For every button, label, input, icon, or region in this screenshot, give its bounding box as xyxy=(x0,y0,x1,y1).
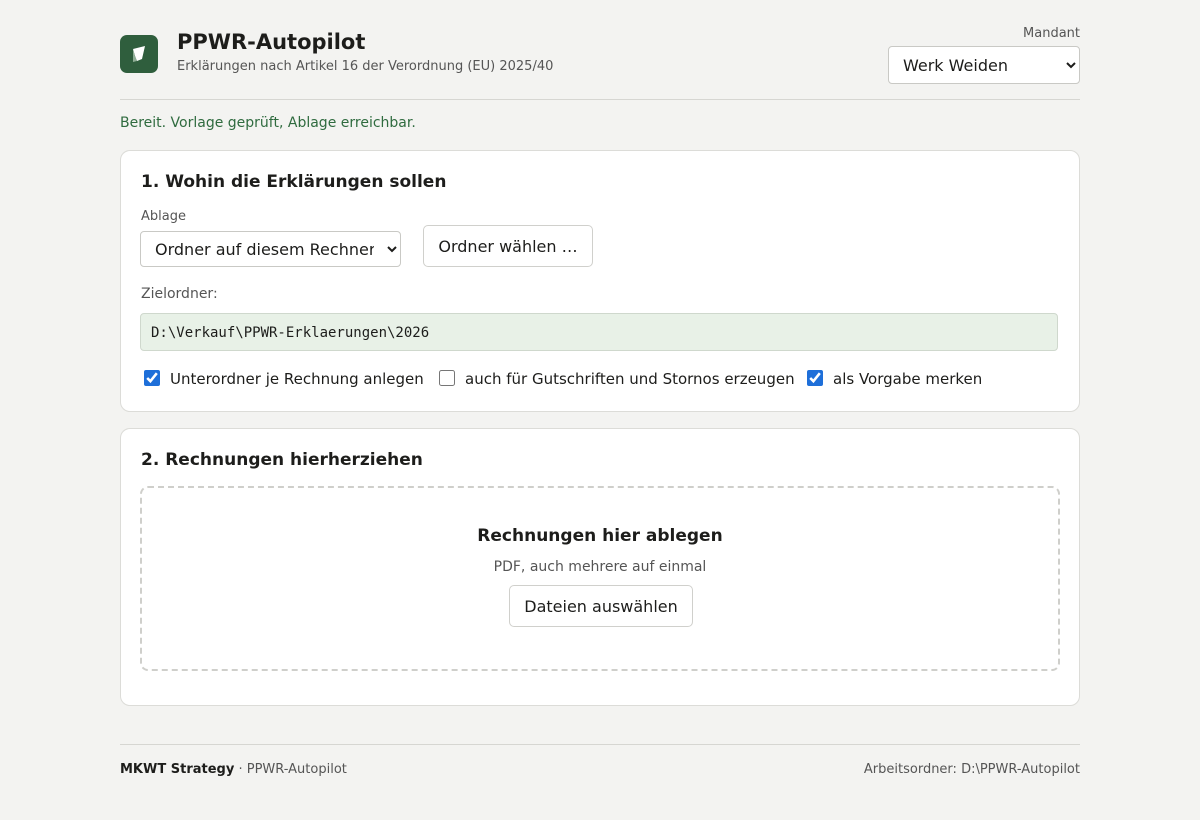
ablage-label: Ablage xyxy=(141,209,186,224)
app-subtitle: Erklärungen nach Artikel 16 der Verordnu… xyxy=(177,59,554,74)
arrow-leaf-icon xyxy=(120,35,158,73)
remember-default-checkbox[interactable] xyxy=(807,370,823,386)
mandant-label: Mandant xyxy=(1023,26,1080,41)
zielordner-path: D:\Verkauf\PPWR-Erklaerungen\2026 xyxy=(140,313,1058,351)
section-invoices: 2. Rechnungen hierherziehen Rechnungen h… xyxy=(120,428,1080,706)
footer-brand-line: MKWT Strategy · PPWR-Autopilot xyxy=(120,762,347,778)
ablage-select[interactable]: Ordner auf diesem Rechner xyxy=(140,231,401,267)
section-destination: 1. Wohin die Erklärungen sollen Ablage O… xyxy=(120,150,1080,412)
footer-workdir: Arbeitsordner: D:\PPWR-Autopilot xyxy=(863,762,1080,777)
footer-product: · PPWR-Autopilot xyxy=(234,762,347,777)
zielordner-label: Zielordner: xyxy=(141,286,218,302)
credit-notes-checkbox-label: auch für Gutschriften und Stornos erzeug… xyxy=(465,370,795,388)
app-title: PPWR-Autopilot xyxy=(177,30,366,54)
section-destination-title: 1. Wohin die Erklärungen sollen xyxy=(141,172,447,192)
status-message: Bereit. Vorlage geprüft, Ablage erreichb… xyxy=(120,115,416,131)
credit-notes-checkbox[interactable] xyxy=(439,370,455,386)
remember-default-checkbox-label: als Vorgabe merken xyxy=(833,370,983,388)
subfolder-checkbox-label: Unterordner je Rechnung anlegen xyxy=(170,370,424,388)
footer-brand: MKWT Strategy xyxy=(120,762,235,777)
app-container: PPWR-Autopilot Erklärungen nach Artikel … xyxy=(120,0,1080,777)
choose-folder-button[interactable]: Ordner wählen … xyxy=(423,225,593,267)
section-invoices-title: 2. Rechnungen hierherziehen xyxy=(141,450,423,470)
invoice-dropzone[interactable]: Rechnungen hier ablegen PDF, auch mehrer… xyxy=(140,486,1060,671)
app-footer: MKWT Strategy · PPWR-Autopilot Arbeitsor… xyxy=(120,744,1080,785)
dropzone-hint: PDF, auch mehrere auf einmal xyxy=(493,559,707,575)
dropzone-title: Rechnungen hier ablegen xyxy=(477,526,723,546)
app-header: PPWR-Autopilot Erklärungen nach Artikel … xyxy=(120,0,1080,100)
subfolder-checkbox[interactable] xyxy=(144,370,160,386)
mandant-select[interactable]: Werk Weiden xyxy=(888,46,1080,84)
choose-files-button[interactable]: Dateien auswählen xyxy=(509,585,693,627)
